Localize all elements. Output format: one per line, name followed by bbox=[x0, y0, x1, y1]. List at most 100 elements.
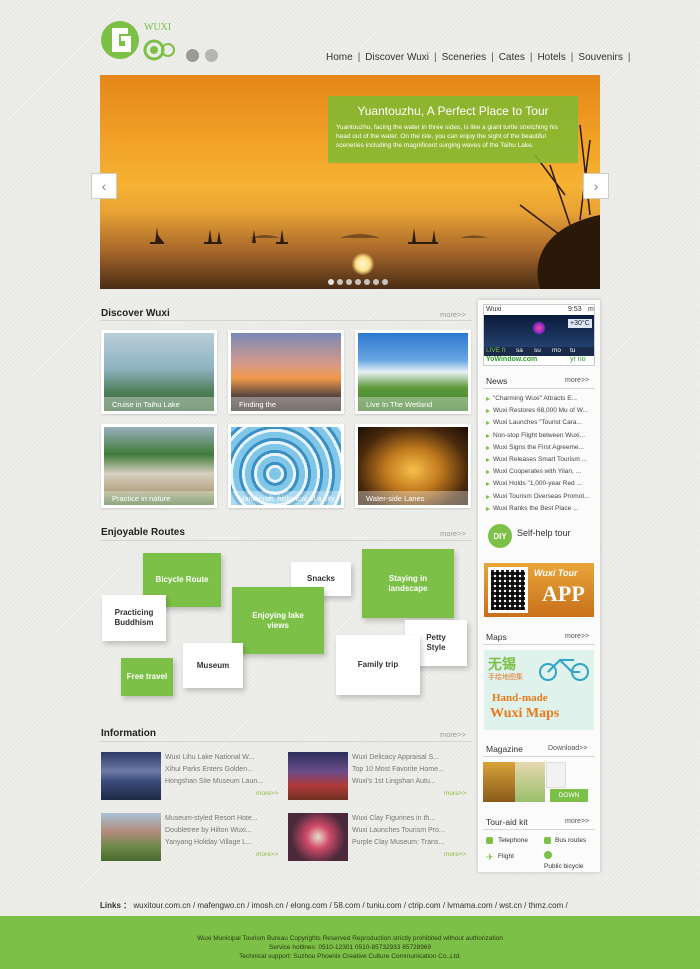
tour-telephone[interactable]: Telephone bbox=[498, 837, 528, 844]
news-item[interactable]: Wuxi Holds "1,000-year Red ... bbox=[484, 478, 594, 490]
hero-banner[interactable]: Yuantouzhu, A Perfect Place to Tour Yuan… bbox=[100, 75, 600, 289]
banner-dot[interactable] bbox=[382, 279, 388, 285]
banner-dot[interactable] bbox=[373, 279, 379, 285]
info-more-small[interactable]: more>> bbox=[256, 851, 278, 858]
maps-banner[interactable]: 无锡 手绘地图集 Hand-made Wuxi Maps bbox=[484, 650, 594, 730]
discover-card[interactable]: Handicraft: historical of a city bbox=[228, 424, 344, 508]
banner-pagination bbox=[328, 279, 388, 285]
magazine-title: Magazine bbox=[486, 744, 523, 754]
news-more-link[interactable]: more>> bbox=[565, 377, 589, 384]
banner-dot[interactable] bbox=[355, 279, 361, 285]
info-item[interactable]: Top 10 Most Favorite Home... bbox=[352, 764, 446, 776]
discover-card[interactable]: Finding the bbox=[228, 330, 344, 414]
tour-bicycle[interactable]: Public bicycle bbox=[544, 863, 583, 870]
nav-souvenirs[interactable]: Souvenirs bbox=[578, 52, 622, 63]
info-item[interactable]: Wuxi's 1st Lingshan Autu... bbox=[352, 776, 446, 788]
nav-discover-wuxi[interactable]: Discover Wuxi bbox=[365, 52, 429, 63]
divider bbox=[100, 741, 472, 742]
route-staying[interactable]: Staying in landscape bbox=[362, 549, 454, 618]
info-item[interactable]: Wuxi Lihu Lake National W... bbox=[165, 752, 265, 764]
nav-sceneries[interactable]: Sceneries bbox=[442, 52, 486, 63]
magazine-cover[interactable] bbox=[515, 762, 545, 802]
weather-day: mo bbox=[552, 347, 562, 354]
banner-title: Yuantouzhu, A Perfect Place to Tour bbox=[357, 104, 549, 118]
info-thumb[interactable] bbox=[101, 813, 161, 861]
news-item[interactable]: Wuxi Ranks the Best Place ... bbox=[484, 503, 594, 515]
weather-time: 9:53 bbox=[568, 306, 582, 313]
info-item[interactable]: Wuxi Delicacy Appraisal S... bbox=[352, 752, 446, 764]
nav-hotels[interactable]: Hotels bbox=[537, 52, 565, 63]
info-list: Wuxi Delicacy Appraisal S... Top 10 Most… bbox=[352, 752, 446, 788]
tour-flight[interactable]: Flight bbox=[498, 853, 514, 860]
news-item[interactable]: Wuxi Releases Smart Tourism ... bbox=[484, 454, 594, 466]
info-item[interactable]: Xihui Parks Enters Golden... bbox=[165, 764, 265, 776]
wechat-icon[interactable] bbox=[205, 49, 218, 62]
chevron-right-icon: › bbox=[593, 178, 599, 194]
news-item[interactable]: Wuxi Restores 68,000 Mu of W... bbox=[484, 405, 594, 417]
info-more-small[interactable]: more>> bbox=[256, 790, 278, 797]
discover-card[interactable]: Cruise in Taihu Lake bbox=[101, 330, 217, 414]
app-banner[interactable]: Wuxi Tour APP bbox=[484, 563, 594, 617]
routes-more-link[interactable]: more>> bbox=[440, 529, 466, 538]
yowindow-link[interactable]: YoWindow.com bbox=[486, 356, 537, 363]
info-more-small[interactable]: more>> bbox=[444, 851, 466, 858]
news-item[interactable]: Wuxi Cooperates with Yilan, ... bbox=[484, 466, 594, 478]
route-museum[interactable]: Museum bbox=[183, 643, 243, 688]
discover-card[interactable]: Practice in nature bbox=[101, 424, 217, 508]
nav-cates[interactable]: Cates bbox=[499, 52, 525, 63]
info-item[interactable]: Purple Clay Museum: Trans... bbox=[352, 837, 446, 849]
links-list[interactable]: wuxitour.com.cn / mafengwo.cn / imosh.cn… bbox=[133, 901, 567, 910]
magazine-cover[interactable] bbox=[546, 762, 566, 788]
news-item[interactable]: Non-stop Flight between Wuxi... bbox=[484, 430, 594, 442]
news-item[interactable]: Wuxi Launches "Tourist Cara... bbox=[484, 417, 594, 429]
weather-widget[interactable]: Wuxi 9:53 m +30°C LIVE fr sa su mo tu Yo… bbox=[483, 304, 595, 366]
news-title: News bbox=[486, 376, 508, 386]
tour-kit-more-link[interactable]: more>> bbox=[565, 818, 589, 825]
info-item[interactable]: Wuxi Launches Tourism Pro... bbox=[352, 825, 446, 837]
route-free[interactable]: Free travel bbox=[121, 658, 173, 696]
magazine-download-link[interactable]: Download>> bbox=[548, 745, 587, 752]
news-item[interactable]: "Charming Wuxi" Attracts E... bbox=[484, 393, 594, 405]
banner-next-button[interactable]: › bbox=[583, 173, 609, 199]
site-logo[interactable]: WUXI bbox=[100, 14, 178, 68]
maps-en-title: Hand-made bbox=[492, 692, 548, 704]
info-thumb[interactable] bbox=[288, 813, 348, 861]
info-item[interactable]: Hongshan Site Museum Laun... bbox=[165, 776, 265, 788]
sidebar: Wuxi 9:53 m +30°C LIVE fr sa su mo tu Yo… bbox=[478, 300, 600, 872]
info-more-link[interactable]: more>> bbox=[440, 730, 466, 739]
magazine-down-button[interactable]: DOWN bbox=[550, 789, 588, 802]
tour-bus[interactable]: Bus routes bbox=[555, 837, 586, 844]
discover-more-link[interactable]: more>> bbox=[440, 310, 466, 319]
route-enjoying[interactable]: Enjoying lake views bbox=[232, 587, 324, 654]
diy-badge[interactable]: DIY bbox=[488, 524, 512, 548]
route-practicing[interactable]: Practicing Buddhism bbox=[102, 595, 166, 641]
info-item[interactable]: Doubletree by Hilton Wuxi... bbox=[165, 825, 265, 837]
plane-icon: ✈ bbox=[486, 852, 494, 862]
diy-label[interactable]: Self-help tour bbox=[517, 528, 571, 538]
news-item[interactable]: Wuxi Tourism Overseas Promot... bbox=[484, 491, 594, 503]
yrno-link[interactable]: yr no bbox=[570, 356, 586, 363]
news-item[interactable]: Wuxi Signs the First Agreeme... bbox=[484, 442, 594, 454]
weibo-icon[interactable] bbox=[186, 49, 199, 62]
info-item[interactable]: Museum-styled Resort Hote... bbox=[165, 813, 265, 825]
info-item[interactable]: Yanyang Holiday Village L... bbox=[165, 837, 265, 849]
maps-more-link[interactable]: more>> bbox=[565, 633, 589, 640]
magazine-cover[interactable] bbox=[483, 762, 515, 802]
route-family[interactable]: Family trip bbox=[336, 635, 420, 695]
discover-card[interactable]: Live In The Wetland bbox=[355, 330, 471, 414]
banner-dot[interactable] bbox=[346, 279, 352, 285]
nav-home[interactable]: Home bbox=[326, 52, 353, 63]
info-thumb[interactable] bbox=[101, 752, 161, 800]
divider bbox=[483, 644, 595, 645]
info-more-small[interactable]: more>> bbox=[444, 790, 466, 797]
discover-card[interactable]: Water-side Lanes bbox=[355, 424, 471, 508]
banner-dot[interactable] bbox=[364, 279, 370, 285]
banner-dot[interactable] bbox=[328, 279, 334, 285]
banner-prev-button[interactable]: ‹ bbox=[91, 173, 117, 199]
info-item[interactable]: Wuxi Clay Figurines in th... bbox=[352, 813, 446, 825]
weather-unit: m bbox=[588, 306, 594, 313]
banner-dot[interactable] bbox=[337, 279, 343, 285]
info-thumb[interactable] bbox=[288, 752, 348, 800]
info-list: Wuxi Lihu Lake National W... Xihui Parks… bbox=[165, 752, 265, 788]
discover-card-label: Finding the bbox=[231, 397, 341, 411]
